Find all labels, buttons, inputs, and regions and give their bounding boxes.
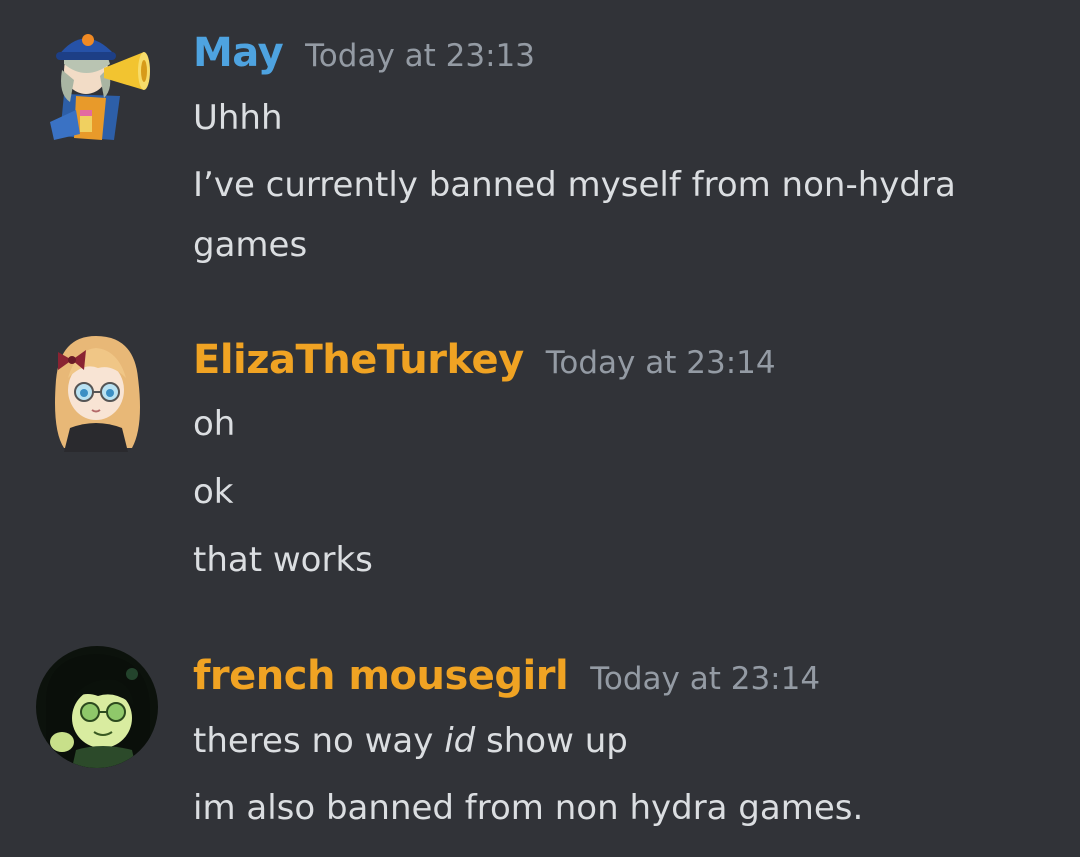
- timestamp: Today at 23:14: [545, 345, 776, 381]
- message-header: ElizaTheTurkey Today at 23:14: [193, 337, 776, 383]
- message-text: ok: [193, 472, 234, 512]
- message-header: french mousegirl Today at 23:14: [193, 653, 820, 699]
- message-text: I’ve currently banned myself from non-hy…: [193, 165, 956, 265]
- message-header: May Today at 23:13: [193, 30, 535, 76]
- message-text-segment: theres no way: [193, 721, 445, 761]
- message-text: Uhhh: [193, 98, 283, 138]
- username[interactable]: ElizaTheTurkey: [193, 337, 524, 383]
- anime-girl-with-glasses-avatar: [55, 336, 140, 452]
- username[interactable]: french mousegirl: [193, 653, 569, 699]
- username[interactable]: May: [193, 30, 284, 76]
- timestamp: Today at 23:14: [590, 661, 821, 697]
- message-text: im also banned from non hydra games.: [193, 788, 864, 828]
- user-avatar-french-mousegirl[interactable]: [36, 646, 158, 768]
- user-avatar-may[interactable]: [36, 24, 158, 146]
- anime-character-with-megaphone-avatar: [50, 34, 150, 140]
- message-text-italic: id: [444, 721, 476, 761]
- message-text: theres no way id show up: [193, 711, 628, 771]
- timestamp: Today at 23:13: [305, 38, 535, 74]
- message-text: that works: [193, 540, 373, 580]
- message-text: oh: [193, 404, 236, 444]
- message-text-segment: show up: [475, 721, 628, 761]
- user-avatar-elizatheturkey[interactable]: [36, 330, 158, 452]
- green-tinted-character-avatar: [36, 646, 158, 768]
